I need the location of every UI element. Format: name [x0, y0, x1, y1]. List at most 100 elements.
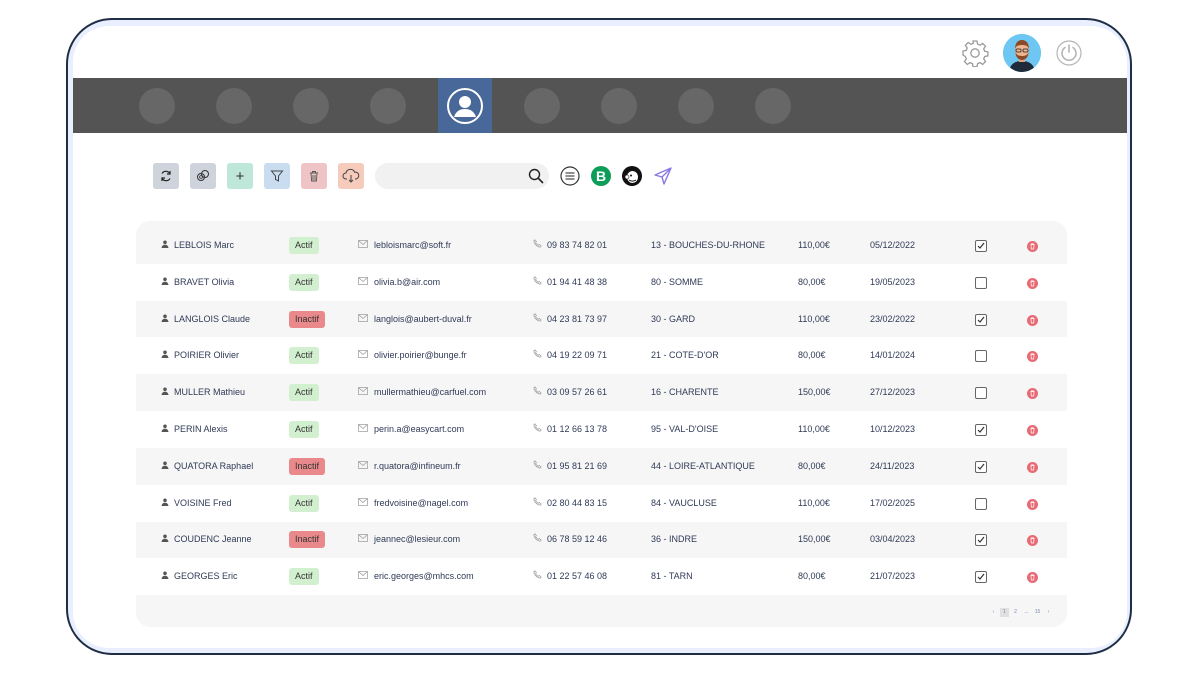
contact-phone[interactable]: 04 19 22 09 71 — [547, 337, 607, 374]
contact-email[interactable]: olivia.b@air.com — [374, 264, 440, 301]
nav-item-6[interactable] — [524, 88, 560, 124]
table-row[interactable]: LANGLOIS Claude Inactif langlois@aubert-du… — [136, 301, 1067, 338]
contact-phone[interactable]: 01 94 41 48 38 — [547, 264, 607, 301]
contact-name[interactable]: VOISINE Fred — [174, 485, 232, 522]
status-badge: Actif — [289, 347, 319, 365]
row-checkbox[interactable] — [975, 276, 987, 289]
nav-item-8[interactable] — [678, 88, 714, 124]
delete-row-icon[interactable] — [1027, 314, 1038, 326]
row-checkbox[interactable] — [975, 240, 987, 252]
phone-icon — [533, 485, 542, 522]
delete-row-icon[interactable] — [1027, 277, 1038, 289]
contact-name[interactable]: LEBLOIS Marc — [174, 227, 234, 264]
search-input[interactable] — [385, 163, 529, 189]
pagination-prev[interactable]: ‹ — [989, 608, 998, 617]
contact-date: 21/07/2023 — [870, 571, 916, 582]
nav-item-2[interactable] — [216, 88, 252, 124]
delete-row-icon[interactable] — [1027, 498, 1038, 510]
contact-phone[interactable]: 01 95 81 21 69 — [547, 448, 607, 485]
contact-phone[interactable]: 02 80 44 83 15 — [547, 485, 607, 522]
gear-icon[interactable] — [961, 39, 989, 67]
list-icon[interactable] — [559, 165, 581, 187]
table-row[interactable]: MULLER Mathieu Actif mullermathieu@carfuel… — [136, 374, 1067, 411]
table-row[interactable]: PERIN Alexis Actif perin.a@easycart.com 01 … — [136, 411, 1067, 448]
contact-email[interactable]: fredvoisine@nagel.com — [374, 485, 468, 522]
phone-icon — [533, 448, 542, 485]
pagination-page-2[interactable]: 2 — [1011, 608, 1020, 617]
contact-name[interactable]: MULLER Mathieu — [174, 374, 245, 411]
contact-name[interactable]: BRAVET Olivia — [174, 264, 234, 301]
phone-icon — [533, 411, 542, 448]
row-checkbox[interactable] — [975, 497, 987, 510]
contact-email[interactable]: lebloismarc@soft.fr — [374, 227, 451, 264]
row-checkbox[interactable] — [975, 534, 987, 547]
contact-phone[interactable]: 06 78 59 12 46 — [547, 521, 607, 558]
row-checkbox[interactable] — [975, 313, 987, 326]
power-icon[interactable] — [1055, 39, 1083, 67]
contact-phone[interactable]: 09 83 74 82 01 — [547, 227, 607, 264]
nav-item-9[interactable] — [755, 88, 791, 124]
nav-item-4[interactable] — [370, 88, 406, 124]
contact-name[interactable]: GEORGES Eric — [174, 558, 238, 595]
mailchimp-icon[interactable] — [621, 165, 643, 187]
nav-item-contacts-active[interactable] — [438, 78, 492, 133]
phone-icon — [533, 227, 542, 264]
send-icon[interactable] — [652, 165, 674, 187]
link-button[interactable] — [190, 163, 216, 189]
pagination-page-1[interactable]: 1 — [1000, 608, 1009, 617]
contact-email[interactable]: jeannec@lesieur.com — [374, 521, 460, 558]
contact-name[interactable]: QUATORA Raphael — [174, 448, 253, 485]
row-checkbox[interactable] — [975, 571, 987, 584]
pagination-page-15[interactable]: 15 — [1033, 608, 1042, 617]
delete-row-icon[interactable] — [1027, 351, 1038, 363]
b-logo-icon[interactable]: B — [590, 165, 612, 187]
contact-name[interactable]: COUDENC Jeanne — [174, 521, 252, 558]
delete-row-icon[interactable] — [1027, 425, 1038, 436]
table-row[interactable]: LEBLOIS Marc Actif lebloismarc@soft.fr 09 8… — [136, 227, 1067, 264]
filter-button[interactable] — [264, 163, 290, 189]
add-button[interactable]: + — [227, 163, 253, 189]
table-row[interactable]: QUATORA Raphael Inactif r.quatora@infineum… — [136, 448, 1067, 485]
pagination-next[interactable]: › — [1044, 608, 1053, 617]
mail-icon — [358, 411, 368, 448]
contact-phone[interactable]: 03 09 57 26 61 — [547, 374, 607, 411]
contact-name[interactable]: POIRIER Olivier — [174, 337, 239, 374]
contact-email[interactable]: eric.georges@mhcs.com — [374, 558, 474, 595]
contact-email[interactable]: langlois@aubert-duval.fr — [374, 301, 472, 338]
row-checkbox[interactable] — [975, 424, 987, 436]
download-button[interactable] — [338, 163, 364, 189]
table-row[interactable]: POIRIER Olivier Actif olivier.poirier@bung… — [136, 337, 1067, 375]
contact-email[interactable]: perin.a@easycart.com — [374, 411, 464, 448]
delete-row-icon[interactable] — [1027, 461, 1038, 473]
user-avatar[interactable] — [1003, 34, 1041, 72]
refresh-button[interactable] — [153, 163, 179, 189]
cloud-download-icon — [342, 168, 360, 183]
table-row[interactable]: VOISINE Fred Actif fredvoisine@nagel.com 02… — [136, 484, 1067, 522]
table-row[interactable]: BRAVET Olivia Actif olivia.b@air.com 01 94 … — [136, 263, 1067, 301]
nav-item-3[interactable] — [293, 88, 329, 124]
contact-email[interactable]: olivier.poirier@bunge.fr — [374, 337, 467, 374]
table-row[interactable]: GEORGES Eric Actif eric.georges@mhcs.com 01… — [136, 558, 1067, 596]
contact-department: 13 - BOUCHES-DU-RHONE — [651, 240, 766, 250]
nav-item-1[interactable] — [139, 88, 175, 124]
search-icon[interactable] — [527, 167, 545, 185]
contact-phone[interactable]: 01 22 57 46 08 — [547, 558, 607, 595]
contact-name[interactable]: PERIN Alexis — [174, 411, 228, 448]
table-row[interactable]: COUDENC Jeanne Inactif jeannec@lesieur.com… — [136, 521, 1067, 558]
contact-phone[interactable]: 04 23 81 73 97 — [547, 301, 607, 338]
row-checkbox[interactable] — [975, 387, 987, 400]
contact-amount: 110,00€ — [798, 497, 830, 508]
row-checkbox[interactable] — [975, 460, 987, 473]
delete-row-icon[interactable] — [1027, 572, 1038, 584]
delete-row-icon[interactable] — [1027, 241, 1038, 252]
contact-phone[interactable]: 01 12 66 13 78 — [547, 411, 607, 448]
delete-row-icon[interactable] — [1027, 388, 1038, 400]
contact-email[interactable]: mullermathieu@carfuel.com — [374, 374, 486, 411]
row-checkbox[interactable] — [975, 350, 987, 363]
status-cell: Inactif — [289, 521, 326, 558]
contact-name[interactable]: LANGLOIS Claude — [174, 301, 250, 338]
delete-button[interactable] — [301, 163, 327, 189]
nav-item-7[interactable] — [601, 88, 637, 124]
delete-row-icon[interactable] — [1027, 535, 1038, 547]
contact-email[interactable]: r.quatora@infineum.fr — [374, 448, 461, 485]
